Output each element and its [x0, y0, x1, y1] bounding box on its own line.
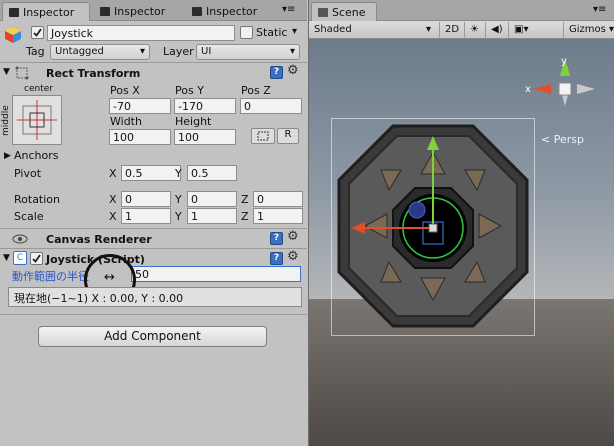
inspector-tab-bar: Inspector Inspector Inspector ▾≡ — [0, 0, 307, 21]
pivot-y-field[interactable]: 0.5 — [187, 165, 237, 181]
rect-transform-title: Rect Transform — [46, 67, 141, 80]
audio-toggle-icon[interactable]: ◀) — [485, 22, 507, 38]
lighting-toggle-icon[interactable]: ☀ — [464, 22, 484, 38]
tab-menu-icon[interactable]: ▾≡ — [593, 4, 606, 15]
gear-icon[interactable]: ⚙ — [287, 63, 299, 78]
gear-icon[interactable]: ⚙ — [287, 249, 299, 264]
tab-scene[interactable]: Scene — [311, 2, 377, 21]
scene-toolbar: Shaded ▾ 2D ☀ ◀) ▣▾ Gizmos ▾ — [309, 21, 614, 39]
active-checkbox[interactable] — [31, 26, 44, 39]
width-field[interactable]: 100 — [109, 129, 171, 145]
orientation-gizmo[interactable] — [523, 58, 605, 122]
pivot-x-label: X — [109, 167, 117, 180]
anchors-label[interactable]: Anchors — [14, 149, 59, 162]
help-book-icon[interactable]: ? — [270, 252, 283, 265]
axis-y-label: y — [561, 56, 567, 67]
pivot-y-label: Y — [175, 167, 182, 180]
scale-y-label: Y — [175, 210, 182, 223]
pos-x-label: Pos X — [110, 84, 140, 97]
help-book-icon[interactable]: ? — [270, 66, 283, 79]
script-file-icon: C — [13, 251, 27, 265]
help-book-icon[interactable]: ? — [270, 232, 283, 245]
tab-inspector-1[interactable]: Inspector — [2, 2, 90, 21]
scale-z-field[interactable]: 1 — [253, 208, 303, 224]
rect-transform-icon — [14, 65, 30, 81]
rect-transform-foldout-icon[interactable]: ▼ — [3, 67, 10, 77]
scale-label: Scale — [14, 210, 44, 223]
object-name-input[interactable]: Joystick — [47, 25, 235, 41]
rotation-label: Rotation — [14, 193, 61, 206]
rotation-y-label: Y — [175, 193, 182, 206]
divider — [0, 248, 307, 249]
tag-label: Tag — [26, 45, 45, 58]
pivot-label: Pivot — [14, 167, 42, 180]
pos-z-label: Pos Z — [241, 84, 271, 97]
joystick-graphic[interactable] — [337, 124, 529, 328]
divider — [0, 228, 307, 229]
scene-tab-bar: Scene ▾≡ — [309, 0, 614, 21]
layer-label: Layer — [163, 45, 194, 58]
rotation-y-field[interactable]: 0 — [187, 191, 237, 207]
canvas-renderer-eye-icon — [12, 232, 28, 246]
height-label: Height — [175, 115, 212, 128]
add-component-button[interactable]: Add Component — [38, 326, 267, 347]
inspector-icon — [100, 7, 110, 16]
scene-icon — [318, 8, 328, 17]
gizmos-dropdown[interactable]: Gizmos ▾ — [563, 22, 614, 38]
pivot-x-field[interactable]: 0.5 — [121, 165, 181, 181]
static-label: Static — [256, 26, 288, 39]
height-field[interactable]: 100 — [174, 129, 236, 145]
layer-dropdown[interactable]: UI — [196, 44, 300, 60]
joystick-foldout-icon[interactable]: ▼ — [3, 253, 10, 263]
axis-x-label: x — [525, 84, 531, 95]
tab-inspector-3[interactable]: Inspector — [186, 2, 278, 21]
radius-label[interactable]: 動作範囲の半径 — [12, 268, 89, 284]
inspector-panel: Inspector Inspector Inspector ▾≡ Joystic… — [0, 0, 307, 446]
gear-icon[interactable]: ⚙ — [287, 229, 299, 244]
position-status-box: 現在地(−1~1) X : 0.00, Y : 0.00 — [8, 287, 302, 307]
static-checkbox[interactable] — [240, 26, 253, 39]
static-dropdown-icon[interactable]: ▾ — [292, 26, 297, 37]
anchor-preset-button[interactable] — [12, 95, 62, 145]
joystick-enabled-checkbox[interactable] — [30, 252, 43, 265]
rotation-x-field[interactable]: 0 — [121, 191, 171, 207]
tag-dropdown[interactable]: Untagged — [50, 44, 150, 60]
width-label: Width — [110, 115, 142, 128]
pos-x-field[interactable]: -70 — [109, 98, 171, 114]
anchor-v-label: middle — [1, 105, 11, 136]
chevron-down-icon: ▾ — [425, 24, 431, 35]
pos-y-field[interactable]: -170 — [174, 98, 236, 114]
rotation-z-label: Z — [241, 193, 249, 206]
shading-mode-dropdown[interactable]: Shaded ▾ — [309, 22, 435, 38]
anchors-foldout-icon[interactable]: ▶ — [4, 151, 11, 161]
anchor-h-label: center — [24, 84, 53, 94]
pos-z-field[interactable]: 0 — [240, 98, 302, 114]
divider — [0, 314, 307, 315]
scale-x-field[interactable]: 1 — [121, 208, 171, 224]
effects-dropdown-icon[interactable]: ▣▾ — [508, 22, 540, 38]
raw-edit-button[interactable]: R — [277, 128, 299, 144]
tab-menu-icon[interactable]: ▾≡ — [282, 4, 295, 15]
scale-z-label: Z — [241, 210, 249, 223]
gameobject-cube-icon — [4, 26, 22, 44]
canvas-renderer-title: Canvas Renderer — [46, 233, 152, 246]
inspector-icon — [9, 8, 19, 17]
radius-field[interactable]: 50 — [131, 266, 301, 282]
tab-inspector-2[interactable]: Inspector — [94, 2, 184, 21]
blueprint-mode-button[interactable] — [251, 128, 275, 144]
scale-x-label: X — [109, 210, 117, 223]
projection-label[interactable]: < Persp — [541, 133, 584, 146]
inspector-icon — [192, 7, 202, 16]
drag-cursor-icon: ↔ — [104, 270, 115, 285]
scene-panel: Scene ▾≡ Shaded ▾ 2D ☀ ◀) ▣▾ Gizmos ▾ x … — [308, 0, 614, 446]
scale-y-field[interactable]: 1 — [187, 208, 237, 224]
pos-y-label: Pos Y — [175, 84, 204, 97]
2d-toggle[interactable]: 2D — [439, 22, 463, 38]
rotation-z-field[interactable]: 0 — [253, 191, 303, 207]
divider — [0, 62, 307, 63]
rotation-x-label: X — [109, 193, 117, 206]
